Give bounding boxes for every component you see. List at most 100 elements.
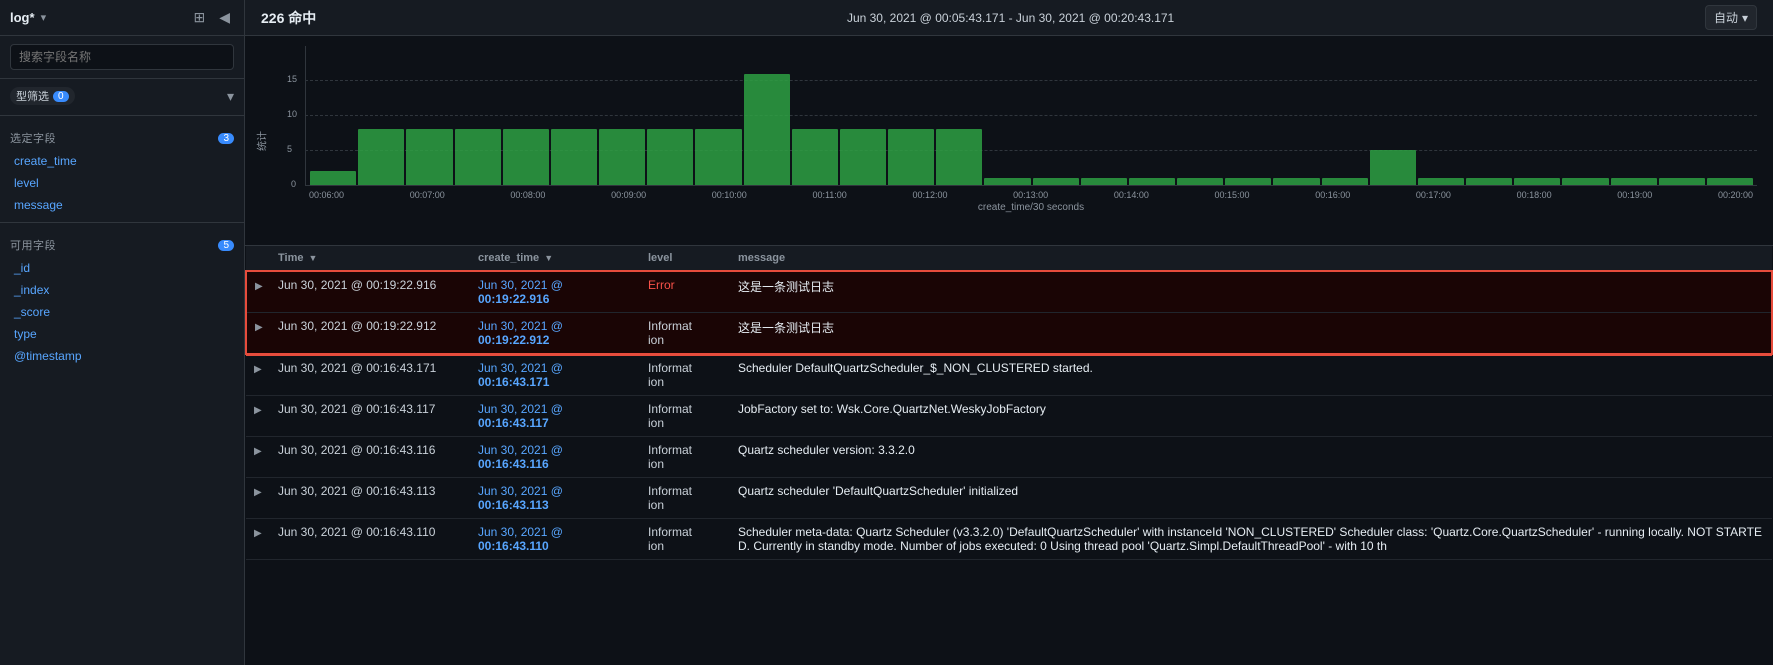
create-time-cell: Jun 30, 2021 @00:16:43.117: [470, 396, 640, 437]
auto-label: 自动: [1714, 9, 1738, 26]
create-time-cell: Jun 30, 2021 @00:16:43.116: [470, 437, 640, 478]
x-label-6: 00:12:00: [912, 190, 947, 200]
create-sort-icon: ▼: [544, 253, 553, 263]
col-time[interactable]: Time ▼: [270, 246, 470, 271]
table-row[interactable]: ▶Jun 30, 2021 @ 00:16:43.171Jun 30, 2021…: [246, 354, 1772, 396]
search-input[interactable]: [10, 44, 234, 70]
collapse-icon[interactable]: ◀: [215, 7, 234, 28]
bar-25[interactable]: [1514, 178, 1560, 185]
bar-5[interactable]: [551, 129, 597, 185]
dropdown-icon[interactable]: ▾: [41, 11, 47, 24]
expand-cell[interactable]: ▶: [246, 519, 270, 560]
bar-2[interactable]: [406, 129, 452, 185]
table-row[interactable]: ▶Jun 30, 2021 @ 00:16:43.110Jun 30, 2021…: [246, 519, 1772, 560]
table-body: ▶Jun 30, 2021 @ 00:19:22.916Jun 30, 2021…: [246, 271, 1772, 560]
bar-27[interactable]: [1611, 178, 1657, 185]
bar-7[interactable]: [647, 129, 693, 185]
expand-cell[interactable]: ▶: [246, 271, 270, 313]
bar-16[interactable]: [1081, 178, 1127, 185]
bar-14[interactable]: [984, 178, 1030, 185]
field-index[interactable]: _index: [0, 279, 244, 301]
bar-3[interactable]: [455, 129, 501, 185]
level-cell: Information: [640, 396, 730, 437]
time-range: Jun 30, 2021 @ 00:05:43.171 - Jun 30, 20…: [847, 11, 1174, 25]
field-level[interactable]: level: [0, 172, 244, 194]
chart-area: 统计 15 10 5 0: [245, 36, 1773, 246]
table-header-row: Time ▼ create_time ▼ level message: [246, 246, 1772, 271]
available-fields-label: 可用字段: [10, 237, 56, 253]
bar-19[interactable]: [1225, 178, 1271, 185]
divider-2: [0, 222, 244, 223]
bar-11[interactable]: [840, 129, 886, 185]
bar-18[interactable]: [1177, 178, 1223, 185]
type-filter-section[interactable]: 型筛选 0 ▾: [0, 79, 244, 109]
bar-24[interactable]: [1466, 178, 1512, 185]
divider-1: [0, 115, 244, 116]
bar-23[interactable]: [1418, 178, 1464, 185]
auto-dropdown-icon: ▾: [1742, 11, 1748, 25]
expand-button[interactable]: ▶: [255, 281, 263, 292]
create-time-cell: Jun 30, 2021 @00:16:43.113: [470, 478, 640, 519]
expand-button[interactable]: ▶: [254, 487, 262, 498]
chart-container: 15 10 5 0 00:06:00 00: [285, 46, 1757, 206]
expand-button[interactable]: ▶: [254, 364, 262, 375]
bar-29[interactable]: [1707, 178, 1753, 185]
grid-icon[interactable]: ⊞: [189, 7, 209, 28]
table-row[interactable]: ▶Jun 30, 2021 @ 00:16:43.116Jun 30, 2021…: [246, 437, 1772, 478]
table-area[interactable]: Time ▼ create_time ▼ level message ▶Jun …: [245, 246, 1773, 665]
table-row[interactable]: ▶ Jun 30, 2021 @ 00:16:43.113Jun 30, 2021…: [246, 478, 1772, 519]
bar-6[interactable]: [599, 129, 645, 185]
bar-17[interactable]: [1129, 178, 1175, 185]
message-cell: Scheduler DefaultQuartzScheduler_$_NON_C…: [730, 354, 1772, 396]
col-create-time[interactable]: create_time ▼: [470, 246, 640, 271]
expand-cell[interactable]: ▶: [246, 313, 270, 355]
time-cell: Jun 30, 2021 @ 00:16:43.113: [270, 478, 470, 519]
level-cell: Information: [640, 313, 730, 355]
type-filter-badge: 型筛选 0: [10, 87, 75, 105]
bar-8[interactable]: [695, 129, 741, 185]
bar-1[interactable]: [358, 129, 404, 185]
expand-cell[interactable]: ▶: [246, 437, 270, 478]
level-cell: Information: [640, 519, 730, 560]
expand-button[interactable]: ▶: [254, 528, 262, 539]
bar-21[interactable]: [1322, 178, 1368, 185]
expand-button[interactable]: ▶: [254, 405, 262, 416]
field-timestamp[interactable]: @timestamp: [0, 345, 244, 367]
field-score[interactable]: _score: [0, 301, 244, 323]
bar-0[interactable]: [310, 171, 356, 185]
bar-26[interactable]: [1562, 178, 1608, 185]
field-message[interactable]: message: [0, 194, 244, 216]
create-time-cell: Jun 30, 2021 @00:16:43.171: [470, 354, 640, 396]
table-row[interactable]: ▶Jun 30, 2021 @ 00:19:22.912Jun 30, 2021…: [246, 313, 1772, 355]
table-row[interactable]: ▶Jun 30, 2021 @ 00:19:22.916Jun 30, 2021…: [246, 271, 1772, 313]
table-row[interactable]: ▶Jun 30, 2021 @ 00:16:43.117Jun 30, 2021…: [246, 396, 1772, 437]
level-cell: Information: [640, 478, 730, 519]
bar-20[interactable]: [1273, 178, 1319, 185]
expand-cell[interactable]: ▶: [246, 396, 270, 437]
sidebar: log* ▾ ⊞ ◀ 型筛选 0 ▾ 选定字段 3 create_time le…: [0, 0, 245, 665]
expand-button[interactable]: ▶: [255, 322, 263, 333]
bar-12[interactable]: [888, 129, 934, 185]
chart-x-labels: 00:06:00 00:07:00 00:08:00 00:09:00 00:1…: [305, 190, 1757, 200]
bar-15[interactable]: [1033, 178, 1079, 185]
x-label-8: 00:14:00: [1114, 190, 1149, 200]
field-id[interactable]: _id: [0, 257, 244, 279]
expand-button[interactable]: ▶: [254, 446, 262, 457]
selected-fields-section[interactable]: 选定字段 3: [0, 122, 244, 150]
bar-13[interactable]: [936, 129, 982, 185]
field-create-time[interactable]: create_time: [0, 150, 244, 172]
available-fields-section[interactable]: 可用字段 5: [0, 229, 244, 257]
bar-22[interactable]: [1370, 150, 1416, 185]
message-cell: Quartz scheduler version: 3.3.2.0: [730, 437, 1772, 478]
type-filter-label: 型筛选: [16, 88, 49, 104]
bar-28[interactable]: [1659, 178, 1705, 185]
expand-cell[interactable]: ▶: [246, 354, 270, 396]
expand-cell[interactable]: ▶: [246, 478, 270, 519]
type-filter-toggle-icon[interactable]: ▾: [227, 88, 234, 105]
field-type[interactable]: type: [0, 323, 244, 345]
bar-4[interactable]: [503, 129, 549, 185]
bar-10[interactable]: [792, 129, 838, 185]
bar-9[interactable]: [744, 74, 790, 185]
selected-fields-label: 选定字段: [10, 130, 56, 146]
auto-button[interactable]: 自动 ▾: [1705, 5, 1757, 30]
